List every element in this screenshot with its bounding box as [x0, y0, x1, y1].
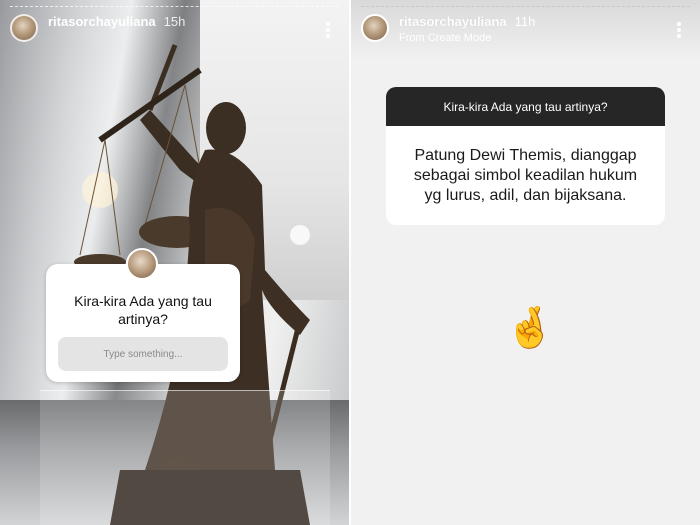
- right-story[interactable]: ritasorchayuliana 11h From Create Mode K…: [351, 0, 700, 525]
- more-vertical-icon[interactable]: [676, 22, 682, 38]
- username[interactable]: ritasorchayuliana: [399, 14, 507, 29]
- sticker-avatar: [126, 248, 158, 280]
- crossed-fingers-icon: 🤞: [505, 305, 555, 351]
- user-meta: ritasorchayuliana 15h: [48, 14, 185, 29]
- avatar[interactable]: [10, 14, 38, 42]
- answer-card-question: Kira-kira Ada yang tau artinya?: [386, 87, 665, 126]
- answer-card-answer: Patung Dewi Themis, dianggap sebagai sim…: [413, 146, 638, 204]
- user-meta: ritasorchayuliana 11h From Create Mode: [399, 14, 535, 44]
- question-text: Kira-kira Ada yang tau artinya?: [74, 293, 212, 327]
- story-time: 11h: [514, 14, 536, 29]
- story-header: ritasorchayuliana 11h From Create Mode: [361, 14, 690, 50]
- create-mode-label[interactable]: From Create Mode: [399, 32, 535, 44]
- left-story[interactable]: ritasorchayuliana 15h Kira-kira Ada yang…: [0, 0, 349, 525]
- story-header: ritasorchayuliana 15h: [10, 14, 339, 50]
- username[interactable]: ritasorchayuliana: [48, 14, 156, 29]
- more-vertical-icon[interactable]: [325, 22, 331, 38]
- story-progress-bar: [361, 6, 690, 8]
- avatar[interactable]: [361, 14, 389, 42]
- user-line: ritasorchayuliana 11h: [399, 14, 535, 29]
- glass-case-reflection: [40, 390, 330, 525]
- question-sticker[interactable]: Kira-kira Ada yang tau artinya?: [46, 248, 240, 382]
- story-time: 15h: [163, 14, 186, 29]
- user-line: ritasorchayuliana 15h: [48, 14, 185, 29]
- story-progress-bar: [10, 6, 339, 8]
- answer-card: Kira-kira Ada yang tau artinya? Patung D…: [386, 87, 665, 225]
- answer-input[interactable]: [58, 337, 228, 371]
